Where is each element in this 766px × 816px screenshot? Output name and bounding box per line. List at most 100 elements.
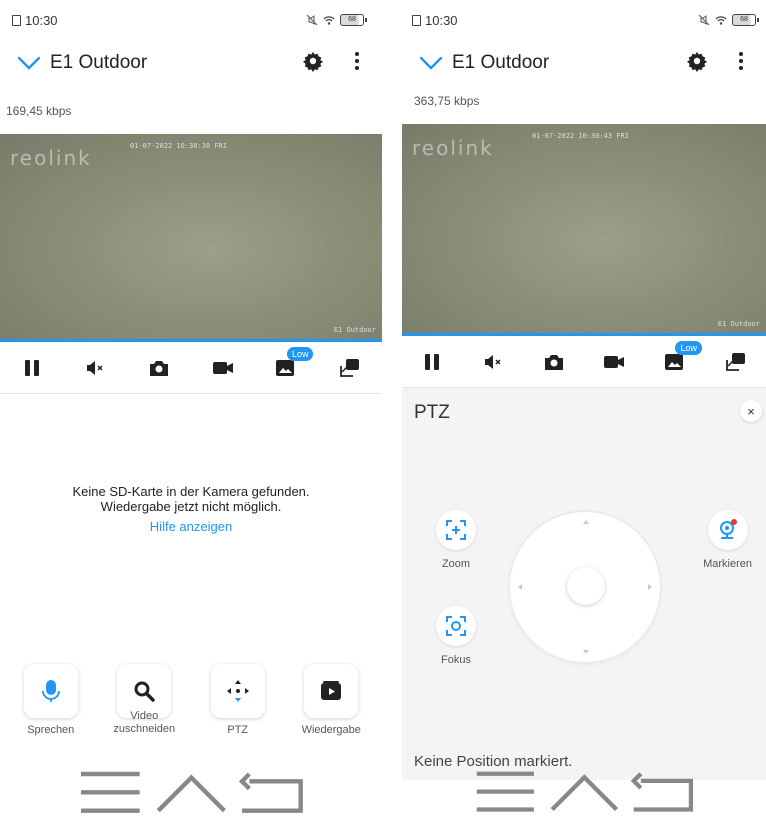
low-badge: Low <box>286 346 314 361</box>
menu-icon[interactable] <box>466 763 545 816</box>
arrow-down-icon[interactable] <box>583 650 589 654</box>
status-bar: 10:30 68 <box>0 0 382 40</box>
more-vertical-icon[interactable] <box>730 50 752 72</box>
microphone-icon <box>41 680 60 702</box>
control-bar: Low <box>0 342 382 394</box>
arrow-left-icon[interactable] <box>518 584 522 590</box>
battery-icon: 68 <box>732 14 759 26</box>
back-icon[interactable] <box>623 763 702 816</box>
ptz-move-icon <box>226 680 249 702</box>
video-logo: reolink <box>412 136 494 160</box>
device-title[interactable]: E1 Outdoor <box>50 52 147 74</box>
phone-screen-playback: 10:30 68 E1 Outdoor 169,45 kbps reolink … <box>0 0 382 816</box>
camera-icon <box>150 360 169 376</box>
video-camera-icon <box>604 355 625 368</box>
picture-icon <box>276 359 295 376</box>
phone-screen-ptz: 10:30 68 E1 Outdoor 363,75 kbps reolink … <box>402 0 766 816</box>
picture-icon <box>664 353 683 370</box>
gear-icon[interactable] <box>302 50 324 72</box>
tool-ptz[interactable]: PTZ <box>194 664 282 737</box>
mark-control[interactable]: Markieren <box>703 510 752 570</box>
pause-icon <box>24 359 39 376</box>
focus-control[interactable]: Fokus <box>436 606 476 666</box>
ptz-joystick[interactable] <box>510 512 660 662</box>
system-nav-bar <box>0 768 382 816</box>
tool-label: Video zuschneiden <box>113 710 176 735</box>
header: E1 Outdoor <box>0 44 382 82</box>
device-title[interactable]: E1 Outdoor <box>452 52 549 74</box>
pause-button[interactable] <box>19 355 45 381</box>
chevron-down-icon[interactable] <box>16 51 42 75</box>
tool-label: Wiedergabe <box>301 724 361 736</box>
bitrate: 363,75 kbps <box>414 94 480 108</box>
speaker-mute-icon <box>484 354 501 369</box>
back-icon[interactable] <box>231 763 312 816</box>
tool-bar: Sprechen Video zuschneiden PTZ Wiedergab… <box>0 664 382 737</box>
pause-icon <box>425 353 440 370</box>
close-button[interactable]: × <box>740 400 762 422</box>
mute-icon <box>306 14 318 26</box>
record-button[interactable] <box>601 349 627 375</box>
menu-icon[interactable] <box>70 763 151 816</box>
battery-icon: 68 <box>340 14 367 26</box>
play-icon <box>321 681 342 700</box>
speaker-mute-icon <box>87 360 104 375</box>
home-icon[interactable] <box>151 763 232 816</box>
stream-quality-button[interactable]: Low <box>273 346 314 381</box>
tool-crop-video[interactable]: Video zuschneiden <box>100 664 188 737</box>
arrow-up-icon[interactable] <box>583 520 589 524</box>
camera-icon <box>544 354 563 370</box>
snapshot-button[interactable] <box>541 349 567 375</box>
ptz-title: PTZ <box>414 402 450 423</box>
arrow-right-icon[interactable] <box>648 584 652 590</box>
more-vertical-icon[interactable] <box>346 50 368 72</box>
video-timestamp: 01-07-2022 10:30:43 FRI <box>532 132 629 140</box>
system-nav-bar <box>402 768 766 816</box>
video-view[interactable]: reolink 01-07-2022 10:30:30 FRI E1 Outdo… <box>0 134 382 342</box>
mute-button[interactable] <box>82 355 108 381</box>
multiview-icon <box>340 358 360 377</box>
zoom-control[interactable]: Zoom <box>436 510 476 570</box>
video-view[interactable]: reolink 01-07-2022 10:30:43 FRI E1 Outdo… <box>402 124 766 336</box>
record-button[interactable] <box>210 355 236 381</box>
tool-label: Sprechen <box>27 724 75 736</box>
status-time: 10:30 <box>425 12 458 28</box>
tool-speak[interactable]: Sprechen <box>7 664 95 737</box>
tool-label: PTZ <box>227 724 249 736</box>
low-badge: Low <box>675 340 702 355</box>
video-logo: reolink <box>10 146 92 170</box>
sim-icon <box>412 14 421 26</box>
stream-quality-button[interactable]: Low <box>662 340 702 375</box>
mute-icon <box>698 14 710 26</box>
video-camera-name: E1 Outdoor <box>333 326 376 334</box>
magnifier-icon <box>134 681 155 702</box>
wifi-icon <box>323 16 335 25</box>
focus-icon <box>446 616 466 636</box>
video-camera-icon <box>212 361 233 374</box>
no-sd-card-message: Keine SD-Karte in der Kamera gefunden. W… <box>72 484 310 514</box>
status-time: 10:30 <box>25 12 58 28</box>
video-camera-name: E1 Outdoor <box>717 320 760 328</box>
status-bar: 10:30 68 <box>402 0 766 40</box>
snapshot-button[interactable] <box>146 355 172 381</box>
video-timestamp: 01-07-2022 10:30:30 FRI <box>130 142 227 150</box>
fullscreen-button[interactable] <box>723 349 749 375</box>
wifi-icon <box>715 16 727 25</box>
bitrate: 169,45 kbps <box>6 104 72 118</box>
chevron-down-icon[interactable] <box>418 51 444 75</box>
gear-icon[interactable] <box>686 50 708 72</box>
focus-label: Fokus <box>441 654 471 666</box>
joystick-knob[interactable] <box>567 567 605 605</box>
zoom-label: Zoom <box>441 558 471 570</box>
zoom-in-icon <box>446 520 466 540</box>
fullscreen-button[interactable] <box>337 355 363 381</box>
help-link[interactable]: Hilfe anzeigen <box>0 519 382 534</box>
multiview-icon <box>725 352 745 371</box>
mute-button[interactable] <box>480 349 506 375</box>
header: E1 Outdoor <box>402 44 766 82</box>
mark-label: Markieren <box>703 558 752 570</box>
home-icon[interactable] <box>545 763 624 816</box>
mark-position-icon <box>719 519 737 539</box>
pause-button[interactable] <box>419 349 445 375</box>
tool-playback[interactable]: Wiedergabe <box>287 664 375 737</box>
